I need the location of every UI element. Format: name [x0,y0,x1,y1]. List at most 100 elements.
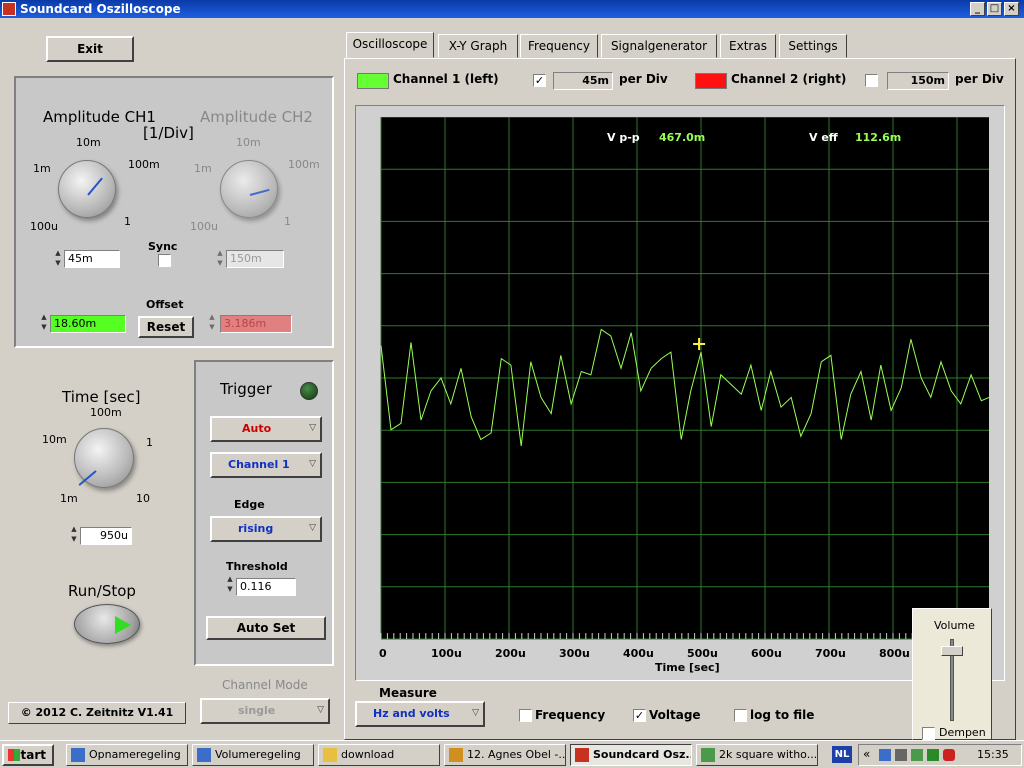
edge-label: Edge [234,498,265,511]
maximize-button[interactable]: □ [987,2,1002,16]
x-axis-title: Time [sec] [655,661,720,674]
ch2-per-div-field[interactable]: 150m [887,72,949,90]
threshold-field[interactable]: 0.116 [236,578,296,596]
tab-xy-graph[interactable]: X-Y Graph [438,34,518,58]
taskbar-item-label: download [341,748,395,761]
channel-mode-dropdown[interactable]: single ▽ [200,698,330,724]
taskbar-item-opnameregeling[interactable]: Opnameregeling [66,744,188,766]
trigger-mode-dropdown[interactable]: Auto ▽ [210,416,322,442]
ch1-color-swatch[interactable] [357,73,389,89]
image-icon [701,748,715,762]
ch2-amplitude-knob[interactable] [220,160,278,218]
taskbar-item-label: Opnameregeling [89,748,181,761]
log-to-file-checkbox[interactable] [734,709,747,722]
tab-signalgenerator[interactable]: Signalgenerator [601,34,717,58]
ch1-offset-field[interactable]: 18.60m [50,315,126,333]
ch2-offset-field[interactable]: 3.186m [220,315,292,333]
trigger-panel: Trigger Auto ▽ Channel 1 ▽ Edge rising ▽… [194,360,334,666]
ch1-per-div-field[interactable]: 45m [553,72,613,90]
time-spinner[interactable]: ▲ ▼ [70,524,78,544]
sync-label: Sync [148,240,178,253]
taskbar-item-volumeregeling[interactable]: Volumeregeling [192,744,314,766]
volume-title: Volume [934,619,975,632]
clock[interactable]: 15:35 [977,748,1009,761]
ch2-tick-1: 1 [284,215,291,228]
ch1-tick-1: 1 [124,215,131,228]
folder-icon [323,748,337,762]
trigger-edge-value: rising [238,522,274,535]
exit-button[interactable]: Exit [46,36,134,62]
tab-oscilloscope[interactable]: Oscilloscope [346,32,434,58]
chevron-down-icon: ▽ [309,459,316,469]
ch1-per-div-label: per Div [619,72,668,86]
time-tick-100m: 100m [90,406,122,419]
network-icon[interactable] [879,749,891,761]
offset-reset-button[interactable]: Reset [138,316,194,338]
trigger-edge-dropdown[interactable]: rising ▽ [210,516,322,542]
tab-settings[interactable]: Settings [779,34,847,58]
mute-label: Dempen [939,726,986,739]
security-shield-icon[interactable] [943,749,955,761]
ch2-amp-spinner[interactable]: ▲ ▼ [216,248,224,268]
ch2-amplitude-field[interactable]: 150m [226,250,284,268]
measure-dropdown[interactable]: Hz and volts ▽ [355,701,485,727]
safely-remove-icon[interactable] [911,749,923,761]
language-indicator[interactable]: NL [832,746,852,763]
ch1-knob-pointer [87,177,103,196]
tray-expand-icon[interactable]: « [863,747,870,761]
time-field[interactable]: 950u [80,527,132,545]
taskbar-item-soundcard[interactable]: Soundcard Osz... [570,744,692,766]
time-tick-1: 1 [146,436,153,449]
taskbar-item-label: Soundcard Osz... [593,748,692,761]
trigger-title: Trigger [220,380,272,398]
ch1-enable-checkbox[interactable]: ✓ [533,74,546,87]
measure-value: Hz and volts [373,707,450,720]
ch2-offset-spinner[interactable]: ▲ ▼ [208,312,216,332]
frequency-checkbox[interactable] [519,709,532,722]
chevron-down-icon: ▽ [309,423,316,433]
ch2-color-swatch[interactable] [695,73,727,89]
ch1-amp-spinner[interactable]: ▲ ▼ [54,248,62,268]
ch1-label: Channel 1 (left) [393,72,499,86]
close-button[interactable]: × [1004,2,1019,16]
volume-slider-thumb[interactable] [941,646,963,656]
mute-checkbox[interactable] [922,727,935,740]
taskbar-item-label: 2k square witho... [719,748,818,761]
autoset-button[interactable]: Auto Set [206,616,326,640]
window-title: Soundcard Oszilloscope [20,2,181,16]
vpp-value: 467.0m [659,131,705,144]
x-tick-label: 300u [559,647,590,660]
tab-frequency[interactable]: Frequency [520,34,598,58]
taskbar-item-agnes-obel[interactable]: 12. Agnes Obel -... [444,744,566,766]
start-button[interactable]: Start [2,744,54,766]
x-tick-label: 800u [879,647,910,660]
taskbar-item-download[interactable]: download [318,744,440,766]
scope-display[interactable]: V p-p 467.0m V eff 112.6m 0 100u 200u 300u 400u 5… [379,117,989,727]
speaker-tray-icon[interactable] [895,749,907,761]
ch1-amplitude-field[interactable]: 45m [64,250,120,268]
ch2-label: Channel 2 (right) [731,72,847,86]
time-knob[interactable] [74,428,134,488]
log-to-file-label: log to file [750,708,815,722]
run-stop-button[interactable] [74,604,140,644]
minimize-button[interactable]: _ [970,2,985,16]
x-tick-label: 600u [751,647,782,660]
x-tick-label: 500u [687,647,718,660]
update-icon[interactable] [927,749,939,761]
ch2-tick-1m: 1m [194,162,212,175]
voltage-checkbox[interactable]: ✓ [633,709,646,722]
oscilloscope-app-icon [575,748,589,762]
tab-extras[interactable]: Extras [720,34,776,58]
threshold-spinner[interactable]: ▲ ▼ [226,574,234,594]
ch2-tick-10m: 10m [236,136,261,149]
trigger-channel-dropdown[interactable]: Channel 1 ▽ [210,452,322,478]
ch1-offset-spinner[interactable]: ▲ ▼ [40,312,48,332]
ch1-amplitude-knob[interactable] [58,160,116,218]
ch1-tick-10m: 10m [76,136,101,149]
taskbar-item-2k-square[interactable]: 2k square witho... [696,744,818,766]
media-player-icon [449,748,463,762]
sync-checkbox[interactable] [158,254,171,267]
taskbar-item-label: Volumeregeling [215,748,301,761]
ch2-enable-checkbox[interactable] [865,74,878,87]
app-icon [2,2,16,16]
